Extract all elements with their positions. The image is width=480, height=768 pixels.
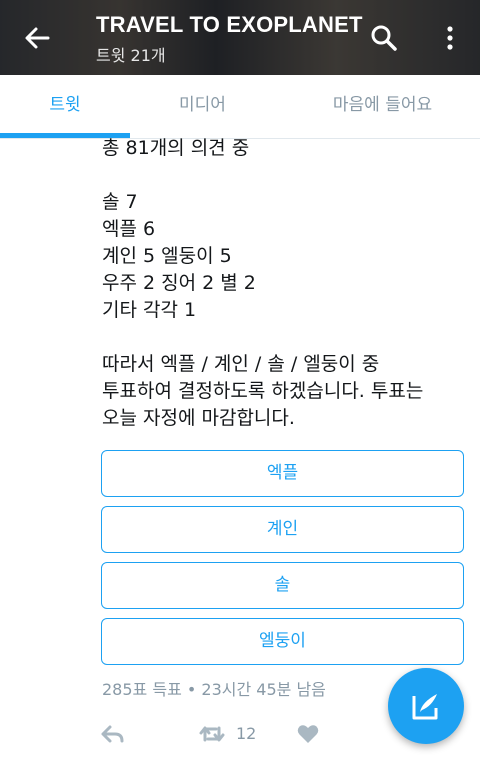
tab-tweets[interactable]: 트윗 [0, 75, 130, 138]
retweet-icon [199, 726, 225, 742]
more-vertical-icon [447, 26, 453, 50]
back-button[interactable] [18, 20, 58, 56]
tab-media[interactable]: 미디어 [130, 75, 275, 138]
retweet-count: 12 [236, 724, 257, 743]
poll-option-button[interactable]: 솔 [101, 562, 464, 609]
back-arrow-icon [25, 27, 50, 49]
more-options-button[interactable] [438, 22, 462, 54]
tweet-line: 계인 5 엘둥이 5 [102, 245, 232, 267]
heart-icon [297, 725, 319, 743]
tweet-line: 오늘 자정에 마감합니다. [102, 407, 295, 429]
tweet-line: 엑플 6 [102, 218, 156, 240]
tweet-line: 투표하여 결정하도록 하겠습니다. 투표는 [102, 380, 424, 402]
poll-option-button[interactable]: 엘둥이 [101, 618, 464, 665]
tweet-text: 총 81개의 의견 중 솔 7 엑플 6 계인 5 엘둥이 5 우주 2 징어 … [102, 135, 472, 432]
search-icon [371, 25, 397, 51]
like-button[interactable] [296, 722, 320, 746]
search-button[interactable] [368, 22, 400, 54]
compose-icon [412, 694, 438, 720]
page-title: TRAVEL TO EXOPLANET [96, 12, 363, 37]
tweet-line: 기타 각각 1 [102, 299, 197, 321]
tweet-line: 총 81개의 의견 중 [102, 137, 250, 159]
poll: 엑플 계인 솔 엘둥이 [101, 450, 464, 674]
profile-tabs: 트윗 미디어 마음에 들어요 [0, 75, 480, 139]
tweet-count: 트윗 21개 [96, 46, 166, 65]
retweet-button[interactable] [198, 722, 226, 746]
poll-option-button[interactable]: 계인 [101, 506, 464, 553]
poll-option-button[interactable]: 엑플 [101, 450, 464, 497]
compose-tweet-button[interactable] [388, 668, 464, 744]
tab-likes[interactable]: 마음에 들어요 [300, 75, 465, 138]
tweet-line: 솔 7 [102, 191, 138, 213]
tweet-line: 따라서 엑플 / 계인 / 솔 / 엘둥이 중 [102, 353, 380, 375]
reply-icon [101, 725, 124, 743]
reply-button[interactable] [100, 722, 126, 746]
tweet-line: 우주 2 징어 2 별 2 [102, 272, 256, 294]
poll-status: 285표 득표 • 23시간 45분 남음 [102, 680, 326, 699]
profile-header: TRAVEL TO EXOPLANET 트윗 21개 [0, 0, 480, 75]
